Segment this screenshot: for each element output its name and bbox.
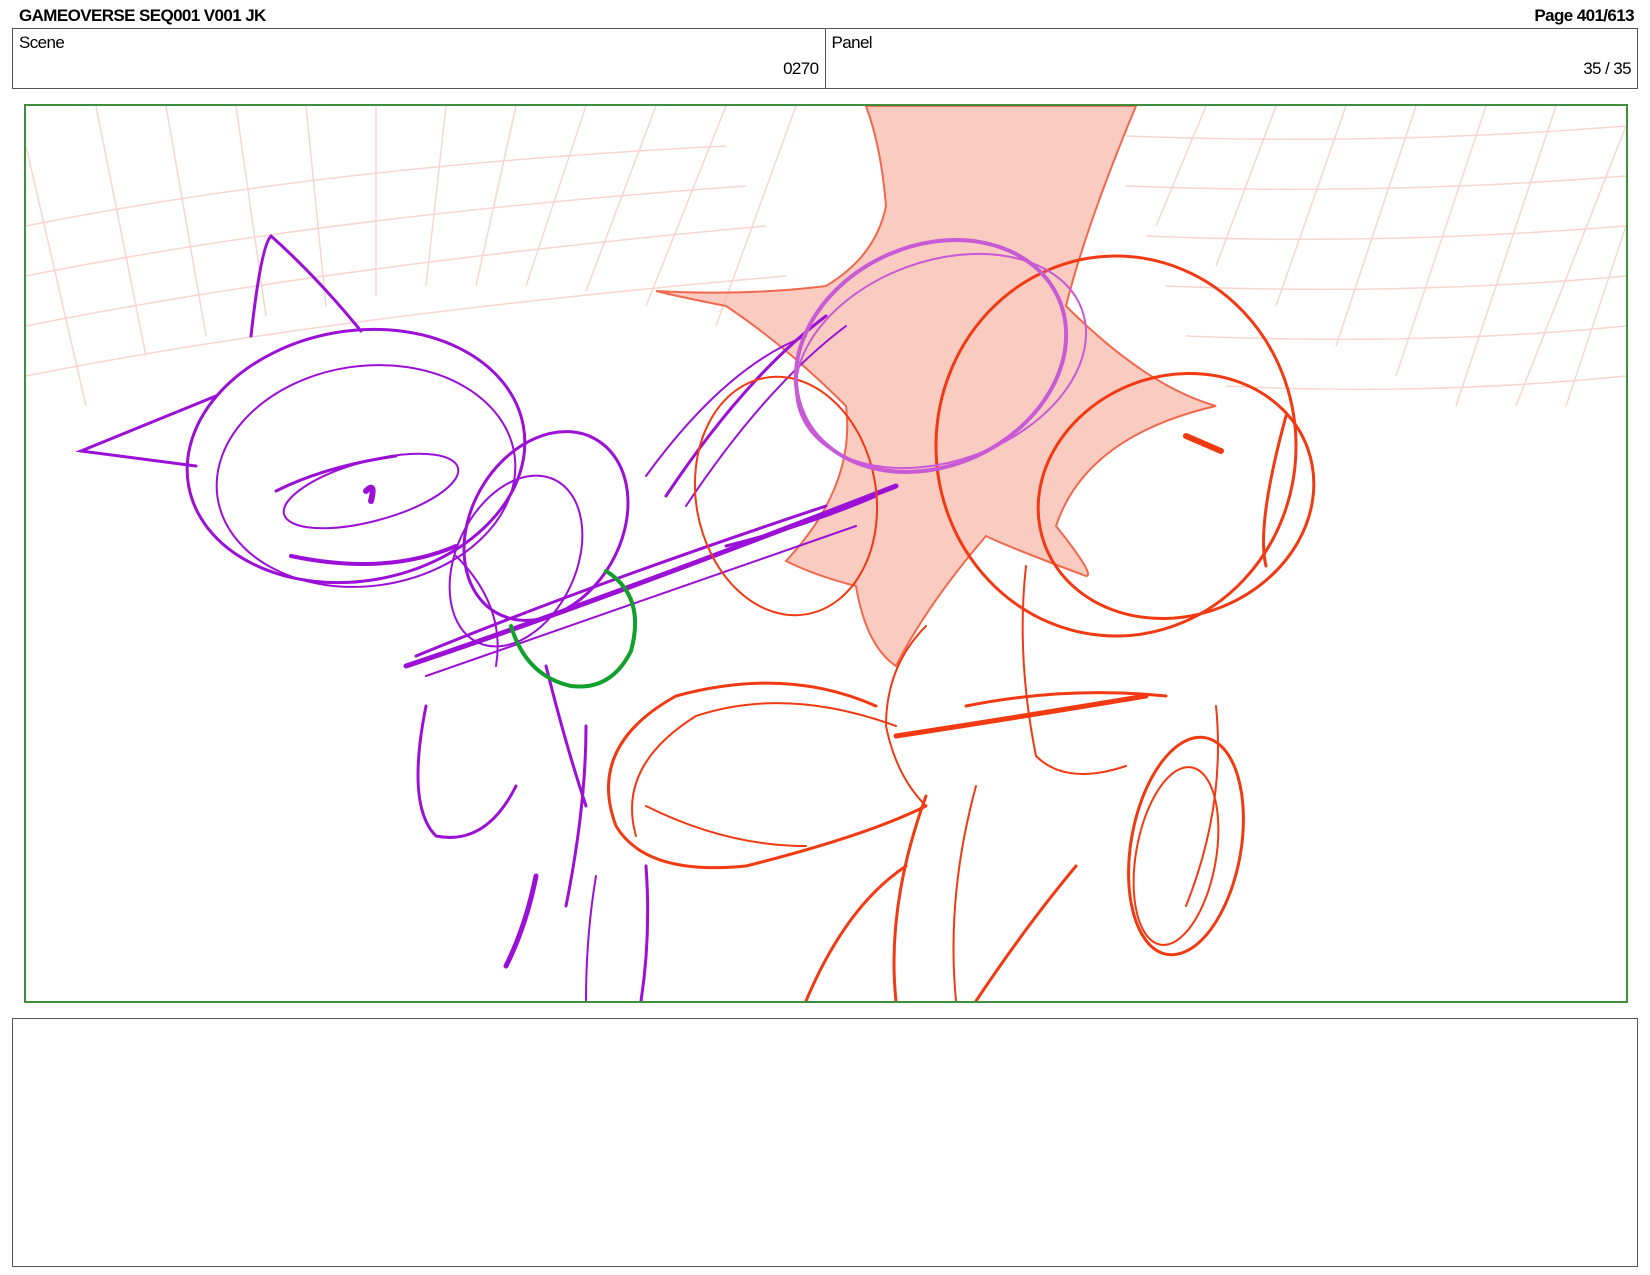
panel-label: Panel — [831, 33, 873, 52]
scene-cell: Scene 0270 — [13, 29, 825, 88]
storyboard-panel — [24, 104, 1628, 1003]
scene-label: Scene — [19, 33, 65, 52]
panel-value: 35 / 35 — [1583, 59, 1631, 78]
sketch-image — [26, 106, 1626, 1001]
impact-splash — [655, 106, 1220, 668]
notes-area[interactable] — [12, 1018, 1638, 1267]
panel-cell: Panel 35 / 35 — [824, 29, 1638, 88]
document-title: GAMEOVERSE SEQ001 V001 JK — [19, 6, 266, 25]
scene-panel-info: Scene 0270 Panel 35 / 35 — [12, 28, 1638, 89]
green-ring-mark — [509, 569, 638, 689]
scene-value: 0270 — [783, 59, 819, 78]
purple-character-sketch — [75, 233, 899, 1001]
page-number: Page 401/613 — [1534, 6, 1634, 25]
